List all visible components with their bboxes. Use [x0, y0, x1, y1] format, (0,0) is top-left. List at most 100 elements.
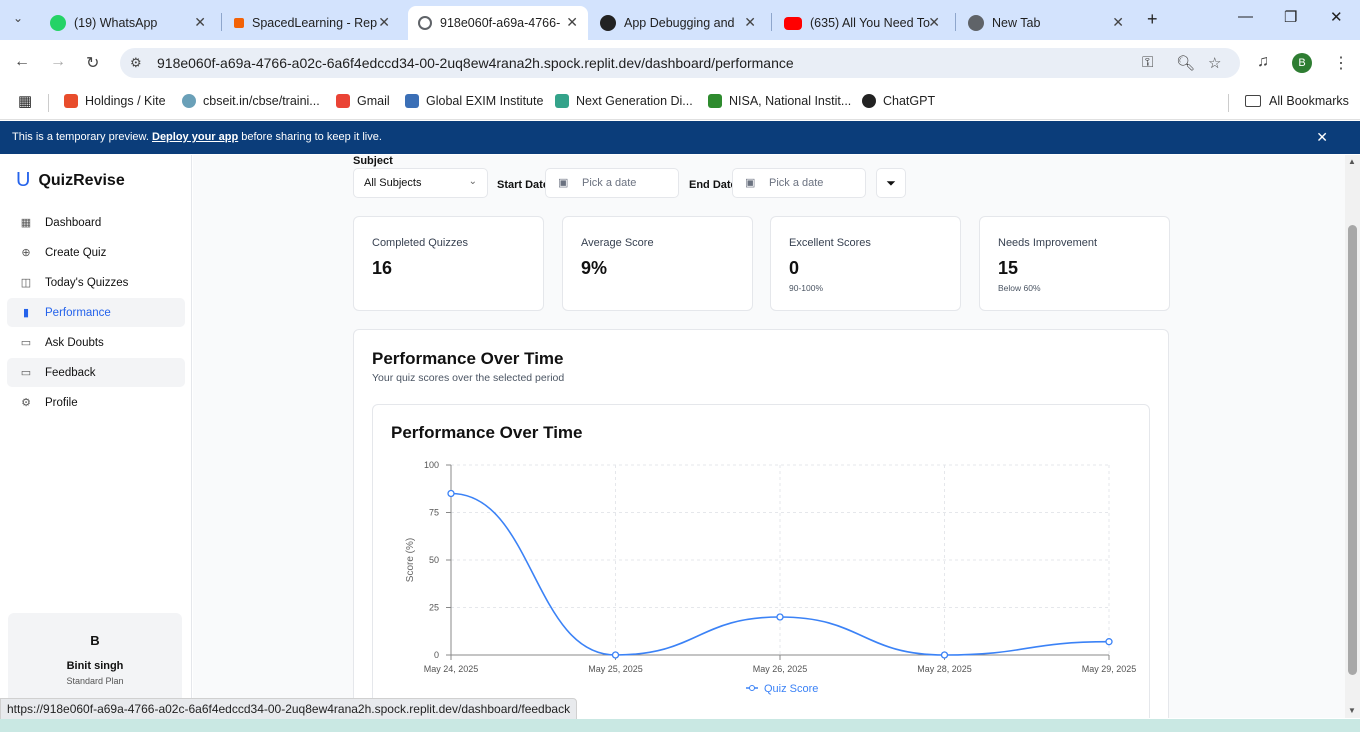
avatar: B: [90, 633, 100, 648]
logo-icon: U: [16, 169, 31, 191]
youtube-icon: [784, 16, 802, 30]
apps-grid-icon[interactable]: ▦: [18, 92, 32, 110]
stat-completed-quizzes: Completed Quizzes 16: [353, 216, 544, 311]
bookmark-label: Gmail: [357, 94, 390, 108]
tab-title: (19) WhatsApp: [74, 16, 158, 30]
new-tab-plus-icon[interactable]: +: [1147, 9, 1158, 30]
user-card[interactable]: B Binit singh Standard Plan: [8, 613, 182, 703]
sidebar-item-performance[interactable]: ▮ Performance: [7, 298, 185, 327]
chatgpt-icon: [862, 94, 876, 108]
bookmark-label: Global EXIM Institute: [426, 94, 544, 108]
start-date-picker[interactable]: ▣ Pick a date: [545, 168, 679, 198]
performance-card: Performance Over Time Your quiz scores o…: [353, 329, 1169, 718]
close-window-icon[interactable]: ✕: [1330, 8, 1343, 26]
bookmark-exim[interactable]: Global EXIM Institute: [405, 94, 543, 108]
menu-dots-icon[interactable]: ⋮: [1333, 53, 1349, 73]
bar-chart-icon: ▮: [22, 307, 30, 319]
sidebar-item-dashboard[interactable]: ▦ Dashboard: [7, 208, 185, 237]
reload-icon[interactable]: ↻: [86, 53, 99, 73]
all-bookmarks[interactable]: All Bookmarks: [1245, 94, 1349, 108]
page-scrollbar[interactable]: ▲ ▼: [1345, 155, 1360, 718]
bottom-strip: [0, 719, 1360, 732]
tab-whatsapp[interactable]: (19) WhatsApp ✕: [40, 6, 216, 40]
sidebar-item-profile[interactable]: ⚙ Profile: [7, 388, 185, 417]
scroll-down-icon[interactable]: ▼: [1348, 706, 1356, 715]
chevron-down-icon: ⌄: [468, 176, 477, 187]
close-tab-icon[interactable]: ✕: [566, 14, 578, 31]
bookmark-chatgpt[interactable]: ChatGPT: [862, 94, 935, 108]
url-text[interactable]: 918e060f-a69a-4766-a02c-6a6f4edccd34-00-…: [157, 55, 794, 71]
tab-app-debugging[interactable]: App Debugging and ✕: [590, 6, 766, 40]
close-tab-icon[interactable]: ✕: [378, 14, 390, 31]
close-banner-icon[interactable]: ✕: [1316, 129, 1328, 146]
forward-arrow-icon[interactable]: →: [50, 53, 66, 71]
start-date-placeholder: Pick a date: [582, 177, 637, 189]
brand[interactable]: U QuizRevise: [16, 169, 125, 192]
user-name: Binit singh: [66, 660, 124, 672]
sidebar-item-feedback[interactable]: ▭ Feedback: [7, 358, 185, 387]
line-chart: 0 25 50 75 100 May 24, 2025 May 25, 2025 May 26…: [405, 460, 1136, 695]
tab-title: App Debugging and: [624, 16, 735, 30]
bookmark-kite[interactable]: Holdings / Kite: [64, 94, 166, 108]
sidebar-item-todays-quizzes[interactable]: ◫ Today's Quizzes: [7, 268, 185, 297]
end-date-picker[interactable]: ▣ Pick a date: [732, 168, 866, 198]
kite-icon: [64, 94, 78, 108]
plus-circle-icon: ⊕: [21, 247, 31, 259]
filter-button[interactable]: ⏷: [876, 168, 906, 198]
exim-icon: [405, 94, 419, 108]
message-square-icon: ▭: [20, 367, 32, 379]
gear-icon: ⚙: [21, 397, 31, 409]
bookmark-nisa[interactable]: NISA, National Instit...: [708, 94, 851, 108]
y-tick-label: 25: [429, 603, 439, 613]
deploy-link[interactable]: Deploy your app: [152, 131, 238, 143]
bookmark-gmail[interactable]: Gmail: [336, 94, 390, 108]
media-control-icon[interactable]: ♫: [1257, 53, 1269, 71]
sidebar-item-label: Ask Doubts: [45, 336, 104, 349]
scroll-thumb[interactable]: [1348, 225, 1357, 675]
close-tab-icon[interactable]: ✕: [1112, 14, 1124, 31]
restore-icon[interactable]: ❐: [1284, 8, 1297, 26]
scroll-up-icon[interactable]: ▲: [1348, 157, 1356, 166]
x-tick-label: May 28, 2025: [917, 664, 972, 674]
sidebar-item-ask-doubts[interactable]: ▭ Ask Doubts: [7, 328, 185, 357]
close-tab-icon[interactable]: ✕: [928, 14, 940, 31]
bookmark-star-icon[interactable]: ☆: [1208, 54, 1221, 72]
y-tick-label: 50: [429, 555, 439, 565]
subject-select[interactable]: All Subjects ⌄: [353, 168, 488, 198]
close-tab-icon[interactable]: ✕: [744, 14, 756, 31]
legend-label: Quiz Score: [764, 683, 818, 695]
stat-average-score: Average Score 9%: [562, 216, 753, 311]
password-key-icon[interactable]: ⚿: [1142, 54, 1153, 71]
tab-new-tab[interactable]: New Tab ✕: [958, 6, 1134, 40]
performance-title: Performance Over Time: [372, 349, 564, 368]
sidebar-item-create-quiz[interactable]: ⊕ Create Quiz: [7, 238, 185, 267]
tab-search-icon[interactable]: ⌄: [13, 11, 23, 25]
back-arrow-icon[interactable]: ←: [14, 53, 30, 71]
whatsapp-icon: [50, 15, 66, 31]
tab-youtube[interactable]: (635) All You Need To ✕: [774, 6, 950, 40]
bookmark-label: NISA, National Instit...: [729, 94, 852, 108]
profile-avatar[interactable]: B: [1292, 53, 1312, 73]
bookmark-cbseit[interactable]: cbseit.in/cbse/traini...: [182, 94, 320, 108]
main-content: Subject All Subjects ⌄ Start Date ▣ Pick…: [193, 155, 1345, 718]
data-point: [611, 651, 620, 659]
y-tick-label: 0: [434, 650, 439, 660]
data-point: [940, 651, 949, 659]
address-bar[interactable]: ⚙ 918e060f-a69a-4766-a02c-6a6f4edccd34-0…: [120, 48, 1240, 78]
tab-spacedlearning[interactable]: SpacedLearning - Rep ✕: [224, 6, 400, 40]
zoom-icon[interactable]: 🔍︎: [1176, 54, 1195, 72]
close-tab-icon[interactable]: ✕: [194, 14, 206, 31]
subject-value: All Subjects: [364, 177, 422, 189]
grid-icon: ▦: [20, 217, 32, 229]
bookmark-label: ChatGPT: [883, 94, 936, 108]
minimize-icon[interactable]: —: [1238, 8, 1253, 25]
bookmark-next-gen[interactable]: Next Generation Di...: [555, 94, 693, 108]
calendar-icon: ▣: [558, 177, 569, 189]
stat-label: Excellent Scores: [789, 237, 871, 249]
data-point: [1105, 638, 1113, 646]
site-info-icon[interactable]: ⚙: [130, 55, 142, 71]
chart-title: Performance Over Time: [391, 423, 583, 442]
x-tick-label: May 24, 2025: [424, 664, 479, 674]
tab-title: SpacedLearning - Rep: [252, 16, 378, 30]
tab-active-preview[interactable]: 918e060f-a69a-4766- ✕: [408, 6, 588, 40]
